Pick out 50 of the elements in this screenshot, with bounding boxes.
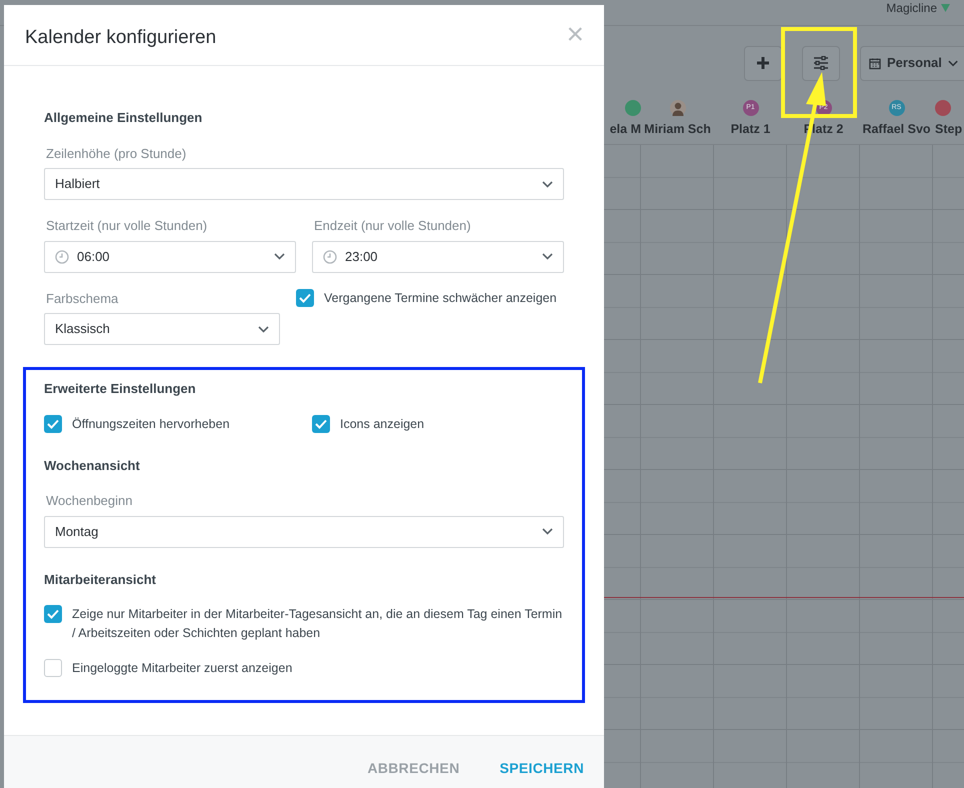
section-heading: Erweiterte Einstellungen (44, 380, 197, 398)
chevron-icon (258, 326, 269, 332)
section-heading: Mitarbeiteransicht (44, 570, 157, 588)
add-button[interactable] (744, 46, 782, 80)
chevron-icon (542, 528, 553, 535)
section-heading: Wochenansicht (44, 456, 141, 474)
sliders-icon (813, 56, 829, 70)
chevron-icon (274, 253, 285, 260)
checkbox-label: Icons anzeigen (340, 416, 424, 433)
field-label: Zeilenhöhe (pro Stunde) (45, 144, 188, 163)
field-label: Wochenbeginn (45, 492, 134, 510)
field-label: Farbschema (45, 290, 120, 308)
checkbox[interactable] (312, 414, 330, 432)
checkbox[interactable] (296, 288, 314, 306)
column-header: Raffael Svo (862, 121, 931, 138)
checkbox-label: Vergangene Termine schwächer anzeigen (324, 290, 557, 307)
view-dropdown[interactable]: Personal (860, 46, 964, 80)
column-header: Miriam Sch (644, 121, 711, 138)
select-field[interactable]: Montag (44, 516, 564, 548)
column-header: Step (935, 121, 962, 138)
caret-icon (941, 4, 950, 12)
field-label: Startzeit (nur volle Stunden) (45, 217, 208, 235)
clock-icon (55, 250, 69, 264)
checkbox[interactable] (44, 659, 62, 677)
column-header: Platz 1 (730, 121, 770, 138)
checkbox-label: Eingeloggte Mitarbeiter zuerst anzeigen (72, 660, 292, 677)
check-icon (315, 418, 327, 428)
check-icon (47, 418, 59, 428)
chevron-icon (542, 180, 553, 188)
dialog-title: Kalender konfigurieren (25, 26, 216, 50)
check-icon (47, 609, 59, 619)
chevron-icon (542, 253, 553, 260)
checkbox-label: Öffnungszeiten hervorheben (72, 416, 230, 433)
settings-button[interactable] (802, 46, 840, 80)
select-field[interactable]: 23:00 (312, 240, 564, 272)
select-field[interactable]: Klassisch (44, 313, 280, 345)
section-heading: Allgemeine Einstellungen (44, 109, 204, 127)
select-field[interactable]: Halbiert (44, 168, 564, 200)
column-header: ela M (610, 121, 641, 138)
checkbox[interactable] (44, 414, 62, 432)
select-field[interactable]: 06:00 (44, 240, 296, 272)
calendar-icon (869, 56, 881, 70)
brand-name: Magicline (886, 2, 937, 14)
field-label: Endzeit (nur volle Stunden) (313, 217, 472, 235)
plus-icon (756, 56, 770, 70)
clock-icon (323, 250, 337, 264)
check-icon (299, 292, 311, 302)
checkbox[interactable] (44, 605, 62, 623)
chevron-icon (948, 60, 958, 66)
checkbox-label: Zeige nur Mitarbeiter in der Mitarbeiter-Tagesansicht an, die an diesem Tag einen Termin / Arbeitszeiten oder Schichten geplant haben (72, 606, 564, 642)
